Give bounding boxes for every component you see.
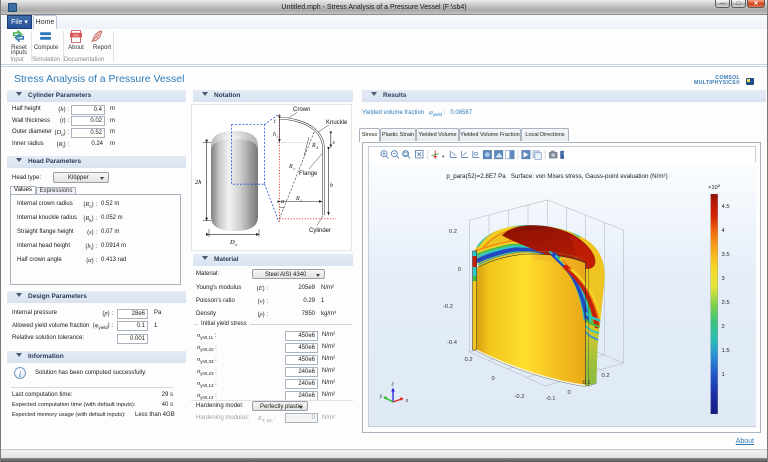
svg-text:-0.1: -0.1 <box>545 396 555 402</box>
svg-text:2h: 2h <box>195 179 202 186</box>
svg-text:0: 0 <box>491 376 494 382</box>
svg-text:R: R <box>288 164 293 170</box>
svg-text:c: c <box>294 166 296 171</box>
svg-text:Cylinder: Cylinder <box>309 228 331 234</box>
svg-text:2: 2 <box>721 324 724 330</box>
svg-text:1: 1 <box>721 372 724 378</box>
svg-text:0.2: 0.2 <box>464 357 472 363</box>
svg-text:0: 0 <box>567 390 570 396</box>
svg-text:0.2: 0.2 <box>448 229 456 235</box>
svg-text:b: b <box>330 183 333 189</box>
svg-text:p_para(52)=2.8E7 Pa Surface:: p_para(52)=2.8E7 Pa Surface: von Mises s… <box>446 173 667 180</box>
svg-text:s: s <box>333 140 336 146</box>
svg-text:0.1: 0.1 <box>582 380 590 386</box>
svg-text:PDF: PDF <box>73 34 79 38</box>
svg-text:i: i <box>301 198 303 203</box>
svg-text:3.5: 3.5 <box>721 252 729 258</box>
svg-text:Flange: Flange <box>299 171 318 177</box>
svg-text:1.5: 1.5 <box>721 348 729 354</box>
svg-text:Knuckle: Knuckle <box>326 120 348 126</box>
svg-text:-0.2: -0.2 <box>443 304 453 310</box>
svg-text:R: R <box>311 143 316 149</box>
svg-text:2.5: 2.5 <box>721 300 729 306</box>
svg-text:k: k <box>317 145 319 150</box>
svg-text:o: o <box>235 242 238 247</box>
svg-text:t: t <box>274 119 276 125</box>
svg-text:-0.2: -0.2 <box>514 394 524 400</box>
svg-text:y: y <box>379 394 382 400</box>
svg-text:x: x <box>405 398 408 404</box>
svg-text:-0.4: -0.4 <box>447 340 458 346</box>
svg-text:i: i <box>277 134 279 139</box>
svg-text:0.2: 0.2 <box>601 373 609 379</box>
svg-text:α: α <box>281 199 285 205</box>
svg-text:3: 3 <box>721 276 724 282</box>
svg-text:4.5: 4.5 <box>721 204 729 210</box>
svg-text:z: z <box>391 382 394 388</box>
svg-text:R: R <box>295 196 300 202</box>
svg-text:Crown: Crown <box>293 107 310 113</box>
svg-text:0: 0 <box>457 267 460 273</box>
